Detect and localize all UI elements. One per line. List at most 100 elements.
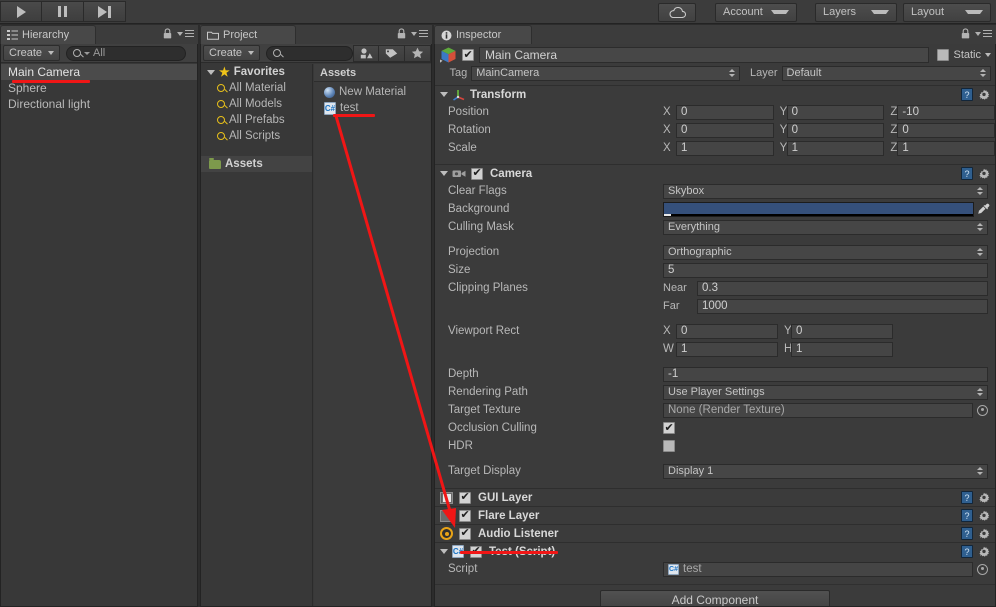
component-header-gui-layer[interactable]: GUI Layer ? <box>435 488 995 506</box>
project-search-input[interactable] <box>266 45 353 61</box>
component-header-flare-layer[interactable]: Flare Layer ? <box>435 506 995 524</box>
gear-icon[interactable] <box>978 168 990 180</box>
tab-inspector[interactable]: Inspector <box>434 25 532 44</box>
project-favorite-all-material[interactable]: All Material <box>201 80 312 96</box>
scale-y-input[interactable]: 1 <box>786 140 885 156</box>
project-favorite-all-prefabs[interactable]: All Prefabs <box>201 112 312 128</box>
viewport-h-input[interactable]: 1 <box>791 341 893 357</box>
layout-dropdown[interactable]: Layout <box>903 2 991 22</box>
static-toggle[interactable]: Static <box>937 49 991 61</box>
background-color-swatch[interactable] <box>663 201 974 217</box>
hamburger-menu-icon[interactable] <box>975 30 992 37</box>
position-y-input[interactable]: 0 <box>786 104 885 120</box>
hierarchy-item-main-camera[interactable]: Main Camera <box>1 64 197 80</box>
chevron-down-icon[interactable] <box>985 53 991 57</box>
component-header-test-script[interactable]: C# Test (Script) ? <box>435 542 995 560</box>
position-z-input[interactable]: -10 <box>897 104 995 120</box>
rendering-path-dropdown[interactable]: Use Player Settings <box>663 384 988 400</box>
pause-button[interactable] <box>42 1 84 22</box>
step-button[interactable] <box>84 1 126 22</box>
hierarchy-item-sphere[interactable]: Sphere <box>1 80 197 96</box>
tab-project[interactable]: Project <box>200 25 296 44</box>
favorite-star-icon[interactable] <box>405 44 431 62</box>
hdr-checkbox[interactable] <box>663 440 675 452</box>
help-book-icon[interactable]: ? <box>961 509 973 522</box>
layers-dropdown[interactable]: Layers <box>815 2 897 22</box>
filter-by-type-icon[interactable] <box>353 44 379 62</box>
flare-layer-enabled-checkbox[interactable] <box>459 509 471 522</box>
hierarchy-create-button[interactable]: Create <box>3 45 61 61</box>
help-book-icon[interactable]: ? <box>961 491 973 504</box>
gear-icon[interactable] <box>978 510 990 522</box>
viewport-w-input[interactable]: 1 <box>676 341 778 357</box>
layer-dropdown[interactable]: Default <box>781 65 992 81</box>
help-book-icon[interactable]: ? <box>961 167 973 180</box>
gui-layer-enabled-checkbox[interactable] <box>459 491 471 504</box>
gear-icon[interactable] <box>978 528 990 540</box>
component-header-audio-listener[interactable]: Audio Listener ? <box>435 524 995 542</box>
script-object-field[interactable]: C# test <box>663 561 973 577</box>
near-input[interactable]: 0.3 <box>697 280 988 296</box>
rotation-y-input[interactable]: 0 <box>786 122 885 138</box>
filter-by-label-icon[interactable] <box>379 44 405 62</box>
project-favorite-all-models[interactable]: All Models <box>201 96 312 112</box>
eyedropper-icon[interactable] <box>977 203 990 216</box>
viewport-y-input[interactable]: 0 <box>791 323 893 339</box>
cloud-services-button[interactable] <box>658 2 696 22</box>
chevron-down-icon[interactable] <box>440 171 448 176</box>
help-book-icon[interactable]: ? <box>961 88 973 101</box>
scale-z-input[interactable]: 1 <box>897 140 995 156</box>
culling-mask-dropdown[interactable]: Everything <box>663 219 988 235</box>
far-input[interactable]: 1000 <box>697 298 988 314</box>
hamburger-menu-icon[interactable] <box>411 30 428 37</box>
asset-item-new-material[interactable]: New Material <box>314 84 431 100</box>
target-texture-object-field[interactable]: None (Render Texture) <box>663 402 973 418</box>
rotation-z-input[interactable]: 0 <box>897 122 995 138</box>
occlusion-culling-checkbox[interactable] <box>663 422 675 434</box>
chevron-down-icon[interactable] <box>440 92 448 97</box>
chevron-down-icon[interactable] <box>440 549 448 554</box>
project-favorite-all-scripts[interactable]: All Scripts <box>201 128 312 144</box>
test-script-enabled-checkbox[interactable] <box>470 545 482 558</box>
camera-enabled-checkbox[interactable] <box>471 167 483 180</box>
component-header-transform[interactable]: Transform ? <box>435 85 995 103</box>
gear-icon[interactable] <box>978 546 990 558</box>
hierarchy-search-input[interactable]: All <box>66 45 187 61</box>
project-favorites-row[interactable]: ★ Favorites <box>201 64 312 80</box>
tag-dropdown[interactable]: MainCamera <box>471 65 740 81</box>
gear-icon[interactable] <box>978 89 990 101</box>
play-button[interactable] <box>0 1 42 22</box>
clear-flags-dropdown[interactable]: Skybox <box>663 183 988 199</box>
project-create-button[interactable]: Create <box>203 45 261 61</box>
project-assets-header: Assets <box>314 64 431 82</box>
rotation-x-input[interactable]: 0 <box>676 122 774 138</box>
lock-icon[interactable] <box>163 28 172 39</box>
tab-hierarchy[interactable]: Hierarchy <box>0 25 96 44</box>
scale-x-input[interactable]: 1 <box>676 140 774 156</box>
lock-icon[interactable] <box>397 28 406 39</box>
viewport-x-input[interactable]: 0 <box>676 323 778 339</box>
hamburger-menu-icon[interactable] <box>177 30 194 37</box>
add-component-button[interactable]: Add Component <box>600 590 830 606</box>
gameobject-name-input[interactable]: Main Camera <box>479 47 930 63</box>
hierarchy-item-directional-light[interactable]: Directional light <box>1 96 197 112</box>
static-checkbox[interactable] <box>937 49 950 61</box>
component-header-camera[interactable]: Camera ? <box>435 164 995 182</box>
help-book-icon[interactable]: ? <box>961 545 973 558</box>
axis-label: X <box>663 124 671 136</box>
object-picker-icon[interactable] <box>977 404 988 416</box>
object-picker-icon[interactable] <box>977 563 988 575</box>
gear-icon[interactable] <box>978 492 990 504</box>
project-tree-assets[interactable]: Assets <box>201 156 312 172</box>
projection-dropdown[interactable]: Orthographic <box>663 244 988 260</box>
target-display-dropdown[interactable]: Display 1 <box>663 463 988 479</box>
lock-icon[interactable] <box>961 28 970 39</box>
position-x-input[interactable]: 0 <box>676 104 774 120</box>
asset-item-test[interactable]: C# test <box>314 100 431 116</box>
size-input[interactable]: 5 <box>663 262 988 278</box>
account-dropdown[interactable]: Account <box>715 2 797 22</box>
help-book-icon[interactable]: ? <box>961 527 973 540</box>
audio-listener-enabled-checkbox[interactable] <box>459 527 471 540</box>
depth-input[interactable]: -1 <box>663 366 988 382</box>
gameobject-enabled-checkbox[interactable] <box>462 49 474 61</box>
